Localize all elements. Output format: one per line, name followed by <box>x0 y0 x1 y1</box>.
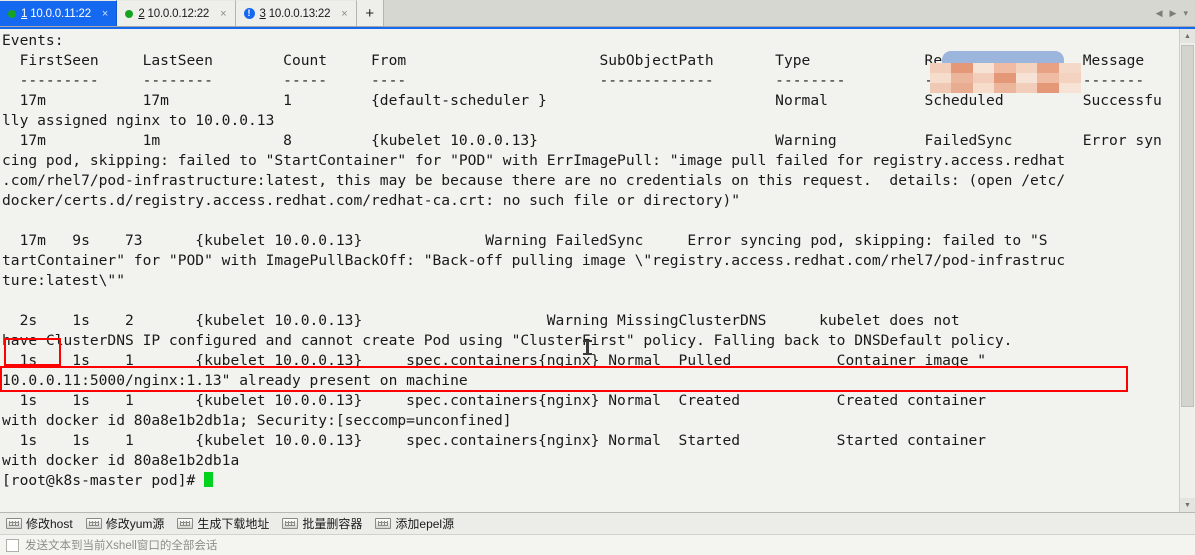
quick-command-3-label: 生成下载地址 <box>197 517 270 531</box>
keyboard-icon <box>85 518 102 529</box>
terminal-tab-1-number: 1 <box>21 7 28 20</box>
tab-bar-nav: ◀ ▶ ▾ <box>1151 0 1195 26</box>
keyboard-icon <box>375 518 392 529</box>
quick-command-1[interactable]: 修改host <box>6 515 73 532</box>
quick-command-bar: 修改host 修改yum源 生成下载地址 批量删容器 添加epel源 <box>0 512 1195 534</box>
new-tab-button[interactable]: + <box>356 0 384 26</box>
terminal-tab-1[interactable]: 1 10.0.0.11:22 × <box>0 0 118 26</box>
terminal-line: Events: <box>2 32 64 49</box>
quick-command-3[interactable]: 生成下载地址 <box>177 515 269 532</box>
terminal-tab-2-host: 10.0.0.12:22 <box>147 7 210 20</box>
terminal-tab-1-host: 10.0.0.11:22 <box>30 7 91 20</box>
terminal-tab-2[interactable]: 2 10.0.0.12:22 × <box>117 0 236 26</box>
scroll-up-icon[interactable]: ▲ <box>1180 29 1195 43</box>
close-icon[interactable]: × <box>100 8 110 20</box>
tab-bar: 1 10.0.0.11:22 × 2 10.0.0.12:22 × ! 3 10… <box>0 0 1195 27</box>
tab-next-icon[interactable]: ▶ <box>1170 8 1177 18</box>
terminal-tab-2-label: 2 10.0.0.12:22 <box>138 8 209 20</box>
quick-command-2[interactable]: 修改yum源 <box>85 515 165 532</box>
tab-prev-icon[interactable]: ◀ <box>1156 8 1163 18</box>
send-to-all-sessions-checkbox[interactable] <box>6 538 19 552</box>
keyboard-icon <box>282 518 299 529</box>
terminal-tab-3-host: 10.0.0.13:22 <box>268 7 331 20</box>
terminal-line: --------- -------- ----- ---- ----------… <box>2 72 1145 89</box>
green-dot-icon <box>8 9 16 18</box>
terminal-line: tartContainer" for "POD" with ImagePullB… <box>2 252 1066 269</box>
quick-command-2-label: 修改yum源 <box>105 517 165 531</box>
xshell-window: 1 10.0.0.11:22 × 2 10.0.0.12:22 × ! 3 10… <box>0 0 1195 555</box>
blue-alert-icon: ! <box>243 8 255 19</box>
terminal-tab-2-number: 2 <box>138 7 145 20</box>
terminal-line: 2s 1s 2 {kubelet 10.0.0.13} Warning Miss… <box>2 312 960 329</box>
terminal-line: with docker id 80a8e1b2db1a; Security:[s… <box>2 412 512 429</box>
terminal-tab-3[interactable]: ! 3 10.0.0.13:22 × <box>235 0 357 26</box>
tab-bar-filler <box>383 0 1152 26</box>
terminal-line: 17m 9s 73 {kubelet 10.0.0.13} Warning Fa… <box>2 232 1048 249</box>
terminal-line: 17m 17m 1 {default-scheduler } Normal Sc… <box>2 92 1162 109</box>
terminal-line: ture:latest\"" <box>2 272 126 289</box>
close-icon[interactable]: × <box>218 8 228 20</box>
quick-command-1-label: 修改host <box>26 517 73 531</box>
quick-command-5[interactable]: 添加epel源 <box>375 515 454 532</box>
terminal-line: cing pod, skipping: failed to "StartCont… <box>2 152 1066 169</box>
terminal-line: 1s 1s 1 {kubelet 10.0.0.13} spec.contain… <box>2 432 987 449</box>
quick-command-5-label: 添加epel源 <box>395 517 455 531</box>
keyboard-icon <box>177 518 194 529</box>
terminal-line: 10.0.0.11:5000/nginx:1.13" already prese… <box>2 372 468 389</box>
terminal-output[interactable]: Events: FirstSeen LastSeen Count From Su… <box>0 29 1179 512</box>
terminal-line: lly assigned nginx to 10.0.0.13 <box>2 112 275 129</box>
terminal-area: Events: FirstSeen LastSeen Count From Su… <box>0 27 1195 512</box>
terminal-cursor <box>204 472 214 487</box>
terminal-line: docker/certs.d/registry.access.redhat.co… <box>2 192 741 209</box>
terminal-line: [root@k8s-master pod]# <box>2 471 1179 491</box>
status-bar: 发送文本到当前Xshell窗口的全部会话 <box>0 534 1195 555</box>
scrollbar-thumb[interactable] <box>1181 45 1194 407</box>
quick-command-4-label: 批量删容器 <box>302 517 363 531</box>
green-dot-icon <box>125 9 134 18</box>
text-cursor-ibeam <box>583 340 592 355</box>
terminal-line: .com/rhel7/pod-infrastructure:latest, th… <box>2 172 1066 189</box>
terminal-scrollbar[interactable]: ▲ ▼ <box>1179 29 1195 512</box>
quick-command-4[interactable]: 批量删容器 <box>282 515 362 532</box>
terminal-line: FirstSeen LastSeen Count From SubObjectP… <box>2 52 1145 69</box>
terminal-tab-1-label: 1 10.0.0.11:22 <box>21 8 91 20</box>
tab-list-chevron-down-icon[interactable]: ▾ <box>1183 8 1188 18</box>
terminal-tab-3-label: 3 10.0.0.13:22 <box>260 8 331 20</box>
keyboard-icon <box>6 518 22 529</box>
close-icon[interactable]: × <box>339 8 349 20</box>
terminal-line: 17m 1m 8 {kubelet 10.0.0.13} Warning Fai… <box>2 132 1162 149</box>
scroll-down-icon[interactable]: ▼ <box>1180 498 1195 512</box>
send-to-all-sessions-label: 发送文本到当前Xshell窗口的全部会话 <box>25 540 218 552</box>
terminal-tab-3-number: 3 <box>259 7 266 20</box>
terminal-line: with docker id 80a8e1b2db1a <box>2 452 240 469</box>
terminal-line: 1s 1s 1 {kubelet 10.0.0.13} spec.contain… <box>2 392 987 409</box>
